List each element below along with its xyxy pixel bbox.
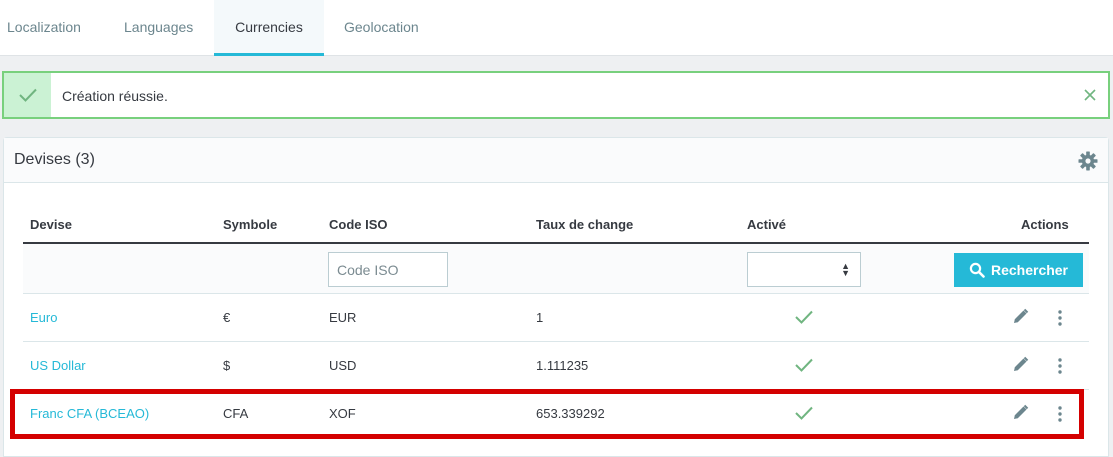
edit-pencil-icon[interactable] [1012, 356, 1029, 378]
currency-rate: 1 [536, 310, 544, 325]
column-header-iso: Code ISO [329, 217, 388, 232]
currency-symbol: $ [223, 358, 231, 373]
tab-localization[interactable]: Localization [7, 0, 81, 55]
tab-bar: Localization Languages Currencies Geoloc… [0, 0, 1113, 56]
column-header-actions: Actions [1021, 217, 1069, 232]
filter-divider [23, 293, 1089, 294]
more-actions-icon[interactable] [1054, 309, 1066, 332]
currency-name-link[interactable]: US Dollar [30, 358, 86, 373]
row-divider [23, 341, 1089, 342]
alert-icon-box [4, 73, 51, 117]
active-check-icon[interactable] [794, 357, 814, 378]
column-header-rate: Taux de change [536, 217, 634, 232]
currency-symbol: € [223, 310, 231, 325]
success-alert: Création réussie. [2, 71, 1110, 119]
currency-iso: USD [329, 358, 357, 373]
currency-symbol: CFA [223, 406, 249, 421]
currency-iso: EUR [329, 310, 357, 325]
currency-name-link[interactable]: Franc CFA (BCEAO) [30, 406, 149, 421]
iso-filter-input[interactable] [328, 252, 448, 287]
card-header: Devises (3) [4, 138, 1108, 183]
more-actions-icon[interactable] [1054, 357, 1066, 380]
column-header-symbol: Symbole [223, 217, 278, 232]
active-check-icon[interactable] [794, 309, 814, 330]
tab-languages[interactable]: Languages [124, 0, 193, 55]
currency-name-link[interactable]: Euro [30, 310, 57, 325]
edit-pencil-icon[interactable] [1012, 308, 1029, 330]
select-arrows-icon: ▲ ▼ [841, 261, 850, 278]
search-icon [969, 262, 985, 278]
gear-icon[interactable] [1078, 151, 1098, 176]
row-divider [23, 389, 1089, 390]
more-actions-icon[interactable] [1054, 405, 1066, 428]
filter-row [23, 244, 1089, 294]
currency-rate: 653.339292 [536, 406, 605, 421]
tab-currencies[interactable]: Currencies [214, 0, 324, 56]
close-icon[interactable] [1084, 88, 1096, 106]
alert-message: Création réussie. [62, 88, 168, 104]
search-button[interactable]: Rechercher [954, 253, 1083, 287]
column-header-currency: Devise [30, 217, 72, 232]
active-filter-select[interactable]: ▲ ▼ [747, 252, 861, 287]
check-icon [18, 88, 37, 102]
currency-iso: XOF [329, 406, 356, 421]
edit-pencil-icon[interactable] [1012, 404, 1029, 426]
column-header-active: Activé [747, 217, 787, 232]
card-title: Devises (3) [14, 151, 95, 168]
currency-rate: 1.111235 [536, 358, 589, 373]
search-button-label: Rechercher [990, 262, 1069, 278]
active-check-icon[interactable] [794, 405, 814, 426]
tab-geolocation[interactable]: Geolocation [344, 0, 419, 55]
